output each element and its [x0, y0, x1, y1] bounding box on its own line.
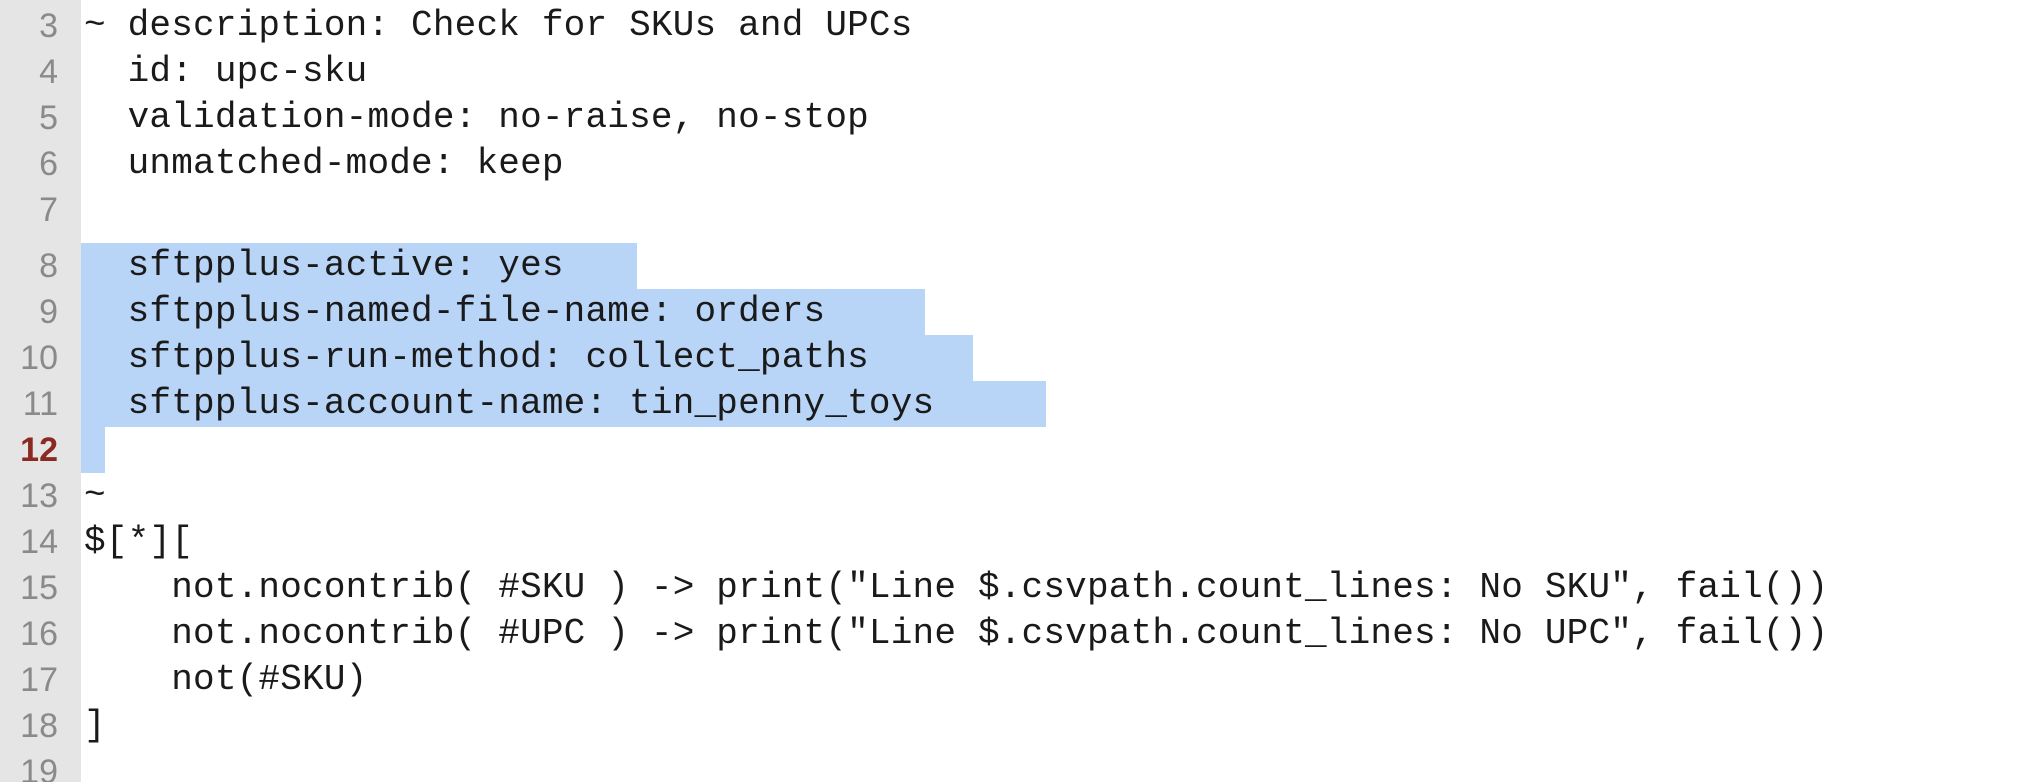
- code-line[interactable]: 3 ~ description: Check for SKUs and UPCs: [0, 3, 2042, 49]
- code-line[interactable]: 19: [0, 749, 2042, 782]
- line-number: 3: [39, 7, 58, 45]
- code-text[interactable]: sftpplus-account-name: tin_penny_toys: [84, 381, 935, 427]
- line-number: 14: [20, 523, 58, 561]
- code-line-selected[interactable]: 9 sftpplus-named-file-name: orders: [0, 289, 2042, 335]
- line-number: 5: [39, 99, 58, 137]
- code-line[interactable]: 4 id: upc-sku: [0, 49, 2042, 95]
- code-line[interactable]: 5 validation-mode: no-raise, no-stop: [0, 95, 2042, 141]
- code-line[interactable]: 18 ]: [0, 703, 2042, 749]
- code-text[interactable]: validation-mode: no-raise, no-stop: [84, 95, 869, 141]
- code-line[interactable]: 14 $[*][: [0, 519, 2042, 565]
- line-number: 13: [20, 477, 58, 515]
- code-text[interactable]: not(#SKU): [84, 657, 367, 703]
- code-text[interactable]: $[*][: [84, 519, 193, 565]
- code-text[interactable]: ~: [84, 473, 106, 519]
- code-text[interactable]: not.nocontrib( #SKU ) -> print("Line $.c…: [84, 565, 1828, 611]
- line-number: 10: [20, 339, 58, 377]
- line-number: 6: [39, 145, 58, 183]
- code-text[interactable]: ]: [84, 703, 106, 749]
- code-line[interactable]: 17 not(#SKU): [0, 657, 2042, 703]
- code-line[interactable]: 15 not.nocontrib( #SKU ) -> print("Line …: [0, 565, 2042, 611]
- line-number: 7: [39, 191, 58, 229]
- active-line-number: 12: [20, 431, 58, 469]
- code-line-selected[interactable]: 11 sftpplus-account-name: tin_penny_toys: [0, 381, 2042, 427]
- line-number: 8: [39, 247, 58, 285]
- code-text[interactable]: not.nocontrib( #UPC ) -> print("Line $.c…: [84, 611, 1828, 657]
- code-line[interactable]: 13 ~: [0, 473, 2042, 519]
- code-text[interactable]: id: upc-sku: [84, 49, 368, 95]
- line-number: 11: [22, 385, 58, 423]
- line-number: 15: [20, 569, 58, 607]
- line-number: 17: [20, 661, 58, 699]
- selection-highlight: [81, 427, 105, 473]
- code-line-selected[interactable]: 8 sftpplus-active: yes: [0, 243, 2042, 289]
- line-number: 9: [39, 293, 58, 331]
- code-text[interactable]: sftpplus-active: yes: [84, 243, 564, 289]
- code-line-selected[interactable]: 10 sftpplus-run-method: collect_paths: [0, 335, 2042, 381]
- code-text[interactable]: ~ description: Check for SKUs and UPCs: [84, 3, 913, 49]
- code-line[interactable]: 7: [0, 187, 2042, 233]
- code-line[interactable]: 16 not.nocontrib( #UPC ) -> print("Line …: [0, 611, 2042, 657]
- line-number: 4: [39, 53, 58, 91]
- code-text[interactable]: sftpplus-run-method: collect_paths: [84, 335, 869, 381]
- code-line-active[interactable]: 12: [0, 427, 2042, 473]
- line-number: 18: [20, 707, 58, 745]
- line-number: 16: [20, 615, 58, 653]
- code-editor[interactable]: 3 ~ description: Check for SKUs and UPCs…: [0, 0, 2042, 782]
- code-text[interactable]: sftpplus-named-file-name: orders: [84, 289, 826, 335]
- code-text[interactable]: unmatched-mode: keep: [84, 141, 564, 187]
- code-line[interactable]: 6 unmatched-mode: keep: [0, 141, 2042, 187]
- line-number: 19: [20, 753, 58, 782]
